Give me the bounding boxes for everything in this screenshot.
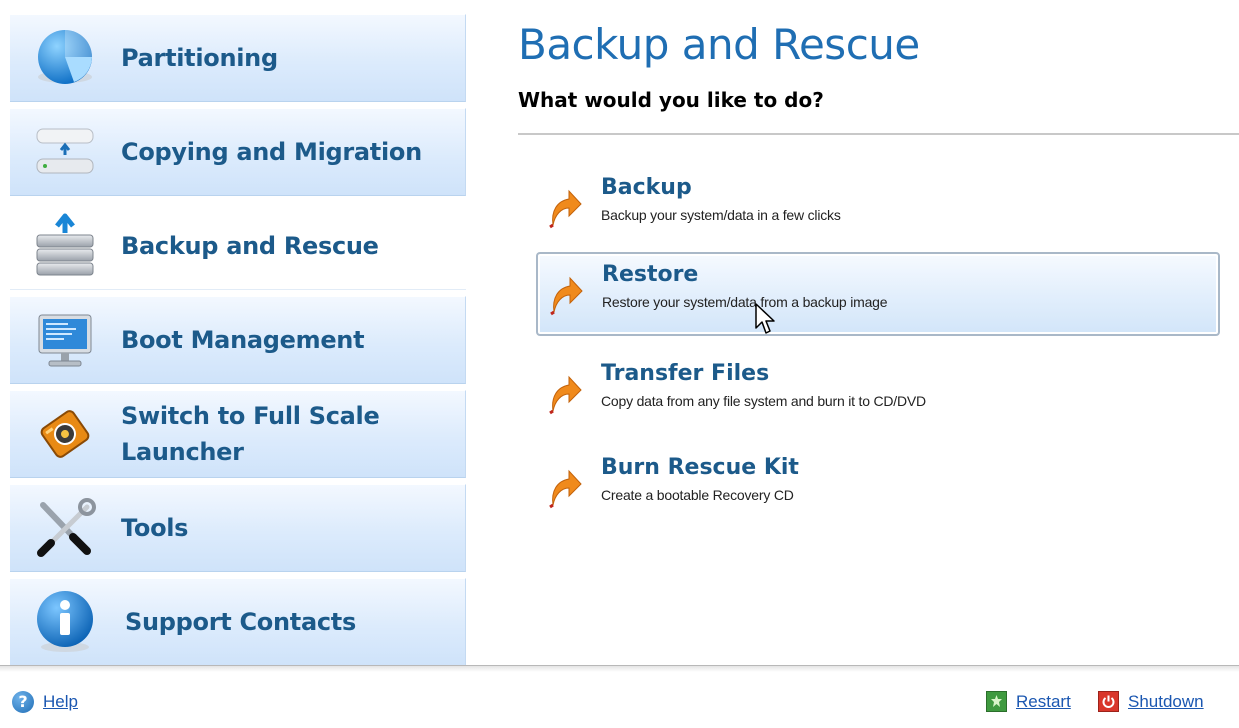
action-description: Create a bootable Recovery CD <box>601 487 794 503</box>
tools-icon <box>32 495 98 561</box>
sidebar-item-label: Copying and Migration <box>121 138 422 166</box>
pie-chart-icon <box>32 25 98 91</box>
sidebar-item-label: Support Contacts <box>125 608 356 636</box>
sidebar-item-support-contacts[interactable]: Support Contacts <box>10 578 466 666</box>
launcher-tag-icon <box>32 401 98 467</box>
restart-link[interactable]: Restart <box>986 691 1071 712</box>
backup-stack-icon <box>32 213 98 279</box>
help-label: Help <box>43 692 78 711</box>
orange-arrow-icon <box>549 189 582 229</box>
sidebar-item-label: Backup and Rescue <box>121 232 379 260</box>
shutdown-label: Shutdown <box>1128 691 1204 711</box>
help-question-icon: ? <box>12 691 34 713</box>
power-icon <box>1098 691 1119 712</box>
sidebar-item-label: Boot Management <box>121 326 365 354</box>
action-title: Restore <box>602 262 699 287</box>
sidebar-nav: Partitioning Copying and Migration Backu… <box>10 14 466 666</box>
drive-copy-icon <box>32 119 98 185</box>
monitor-icon <box>32 307 98 373</box>
sidebar-item-backup-and-rescue[interactable]: Backup and Rescue <box>10 202 466 290</box>
sidebar-item-boot-management[interactable]: Boot Management <box>10 296 466 384</box>
action-title: Burn Rescue Kit <box>601 455 799 480</box>
help-link[interactable]: ? Help <box>12 691 78 713</box>
sidebar-item-tools[interactable]: Tools <box>10 484 466 572</box>
info-icon <box>32 589 98 655</box>
header-divider <box>518 133 1239 135</box>
orange-arrow-icon <box>549 375 582 415</box>
sidebar-item-switch-to-full-scale-launcher[interactable]: Switch to Full Scale Launcher <box>10 390 466 478</box>
action-description: Backup your system/data in a few clicks <box>601 207 841 223</box>
action-backup[interactable]: Backup Backup your system/data in a few … <box>536 166 1220 250</box>
action-title: Transfer Files <box>601 361 770 386</box>
action-title: Backup <box>601 175 692 200</box>
mouse-cursor-icon <box>755 303 775 334</box>
orange-arrow-icon <box>549 469 582 509</box>
action-transfer-files[interactable]: Transfer Files Copy data from any file s… <box>536 352 1220 436</box>
action-restore[interactable]: Restore Restore your system/data from a … <box>536 252 1220 336</box>
action-burn-rescue-kit[interactable]: Burn Rescue Kit Create a bootable Recove… <box>536 446 1220 530</box>
sidebar-item-copying-and-migration[interactable]: Copying and Migration <box>10 108 466 196</box>
sidebar-item-label: Partitioning <box>121 44 278 72</box>
restart-icon <box>986 691 1007 712</box>
sidebar-item-partitioning[interactable]: Partitioning <box>10 14 466 102</box>
orange-arrow-icon <box>550 276 583 316</box>
restart-label: Restart <box>1016 691 1071 711</box>
page-title: Backup and Rescue <box>518 20 920 69</box>
sidebar-item-label: Switch to Full Scale Launcher <box>121 402 380 466</box>
shutdown-link[interactable]: Shutdown <box>1098 691 1204 712</box>
action-description: Copy data from any file system and burn … <box>601 393 926 409</box>
action-description: Restore your system/data from a backup i… <box>602 294 888 310</box>
footer-shadow <box>0 666 1239 672</box>
sidebar-item-label: Tools <box>121 514 189 542</box>
page-subtitle: What would you like to do? <box>518 88 824 112</box>
